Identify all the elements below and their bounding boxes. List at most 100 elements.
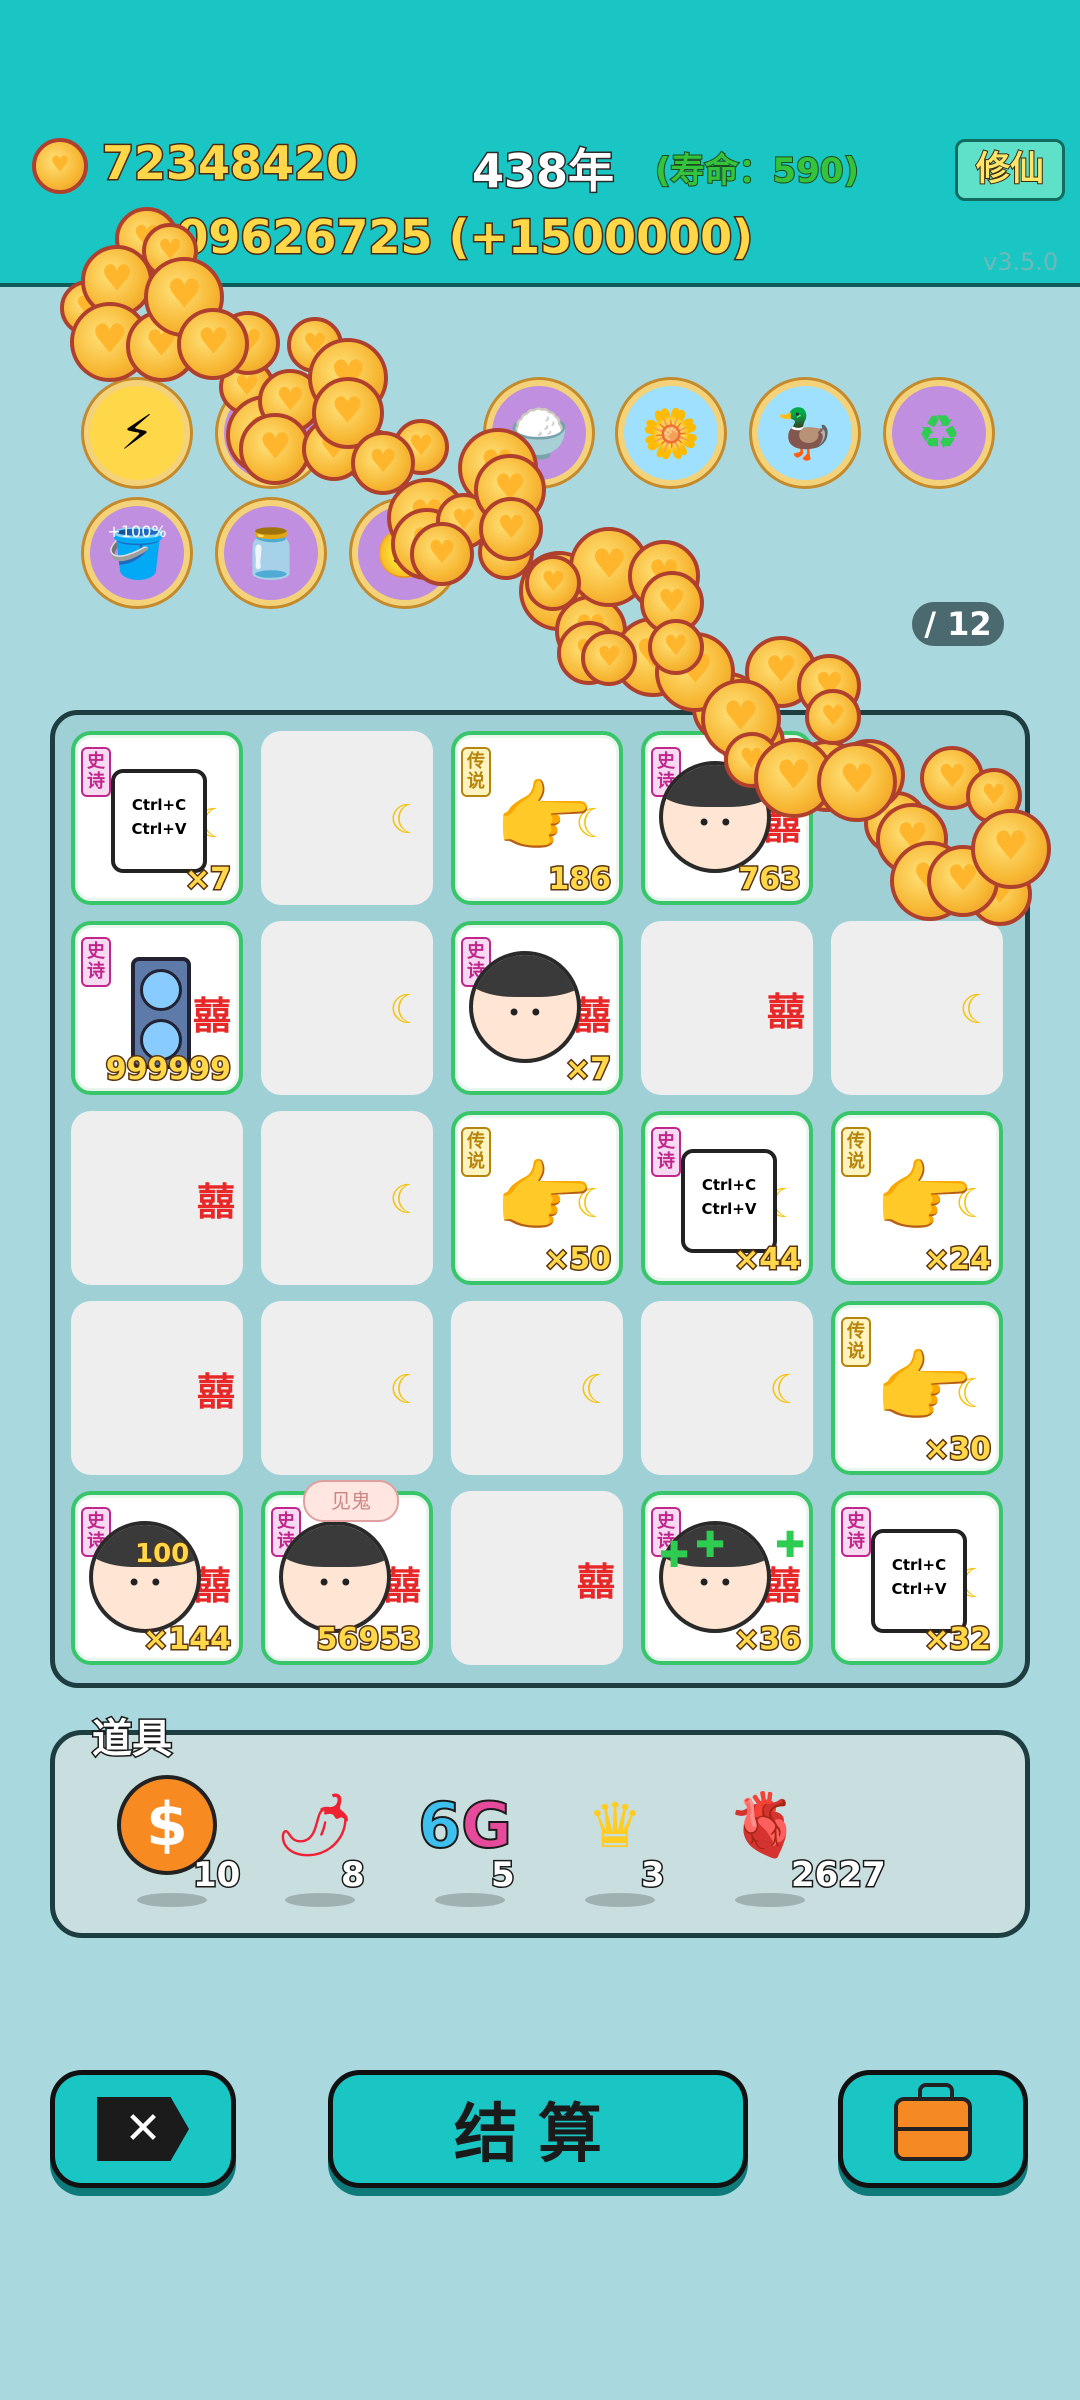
copy-paste-card-icon: Ctrl+C Ctrl+V [871, 1517, 997, 1633]
flying-coin-icon [613, 616, 694, 697]
double-happiness-icon: 囍 [766, 990, 805, 1034]
lightning-skill-icon[interactable]: ⚡ [84, 380, 190, 486]
board-cell[interactable]: 囍 [71, 1301, 243, 1475]
year-display: 438年 [470, 143, 615, 200]
flying-coin-icon [745, 636, 818, 709]
board-cell[interactable]: 传说 ☾ 👉 ×24 [831, 1111, 1003, 1285]
milk-jar-skill-icon[interactable]: 🫙 [218, 500, 324, 606]
copy-label: Ctrl+C [701, 1176, 757, 1194]
pot-duck-skill-icon[interactable]: 🦆 [752, 380, 858, 486]
board-cell[interactable]: ☾ [641, 1301, 813, 1475]
item-slot-coin-dollar[interactable]: $10 [107, 1775, 247, 1907]
version-label: v3.5.0 [983, 248, 1059, 276]
item-count: ×36 [733, 1621, 803, 1659]
double-happiness-icon: 囍 [576, 1560, 615, 1604]
settle-button[interactable]: 结算 [328, 2070, 748, 2188]
item-count: 10 [191, 1854, 241, 1897]
item-slot-6g[interactable]: 6G 5 [405, 1775, 545, 1907]
board-cell[interactable]: 史诗 ☾ Ctrl+C Ctrl+V ×32 [831, 1491, 1003, 1665]
flying-coin-icon [69, 302, 150, 383]
board-cell[interactable]: ☾ [261, 731, 433, 905]
flying-coin-icon [216, 310, 281, 375]
pointing-hand-icon: 👉 [874, 1341, 974, 1434]
moon-icon: ☾ [959, 987, 995, 1033]
board-cell[interactable]: 传说 ☾ 👉 ×30 [831, 1301, 1003, 1475]
exit-button[interactable]: ✕ [50, 2070, 236, 2188]
items-title: 道具 [91, 1715, 174, 1764]
board-cell[interactable]: ☾ [261, 1301, 433, 1475]
epic-tag: 史诗 [841, 1507, 871, 1557]
board-cell[interactable]: 囍 [451, 1491, 623, 1665]
board-cell[interactable]: 囍 [641, 921, 813, 1095]
rice-bowl-skill-icon[interactable]: 🍚 [486, 380, 592, 486]
green-hat-face-skill-icon[interactable]: 🙂 [352, 500, 458, 606]
items-panel: $10 🌶 8 6G 5 ♛ 3 🫀 2627 [50, 1730, 1030, 1938]
item-slot-chili-pepper[interactable]: 🌶 8 [255, 1775, 395, 1907]
flower-pot-skill-icon[interactable]: 🌼 [618, 380, 724, 486]
inventory-button[interactable] [838, 2070, 1028, 2188]
legendary-tag: 传说 [461, 1127, 491, 1177]
copy-paste-card-icon: Ctrl+C Ctrl+V [111, 757, 237, 873]
character-face-icon [659, 761, 771, 873]
board-cell[interactable]: 史诗囍×7 [451, 921, 623, 1095]
flying-coin-icon [344, 429, 401, 486]
legendary-tag: 传说 [841, 1317, 871, 1367]
item-count: ×7 [563, 1051, 612, 1089]
item-count: ×50 [543, 1241, 613, 1279]
flying-coin-icon [655, 631, 736, 712]
flying-coin-icon [125, 309, 198, 382]
item-shadow [435, 1893, 505, 1907]
hand-sign-skill-icon[interactable]: ✌ [218, 380, 324, 486]
board-cell[interactable]: 传说 ☾ 👉 ×50 [451, 1111, 623, 1285]
moon-icon: ☾ [389, 987, 425, 1033]
item-count: ×30 [923, 1431, 993, 1469]
board-cell[interactable]: 传说 ☾ 👉 186 [451, 731, 623, 905]
double-happiness-icon: 囍 [196, 1370, 235, 1414]
flying-coin-icon [797, 653, 862, 718]
flying-coin-icon [639, 570, 704, 635]
paste-label: Ctrl+V [701, 1200, 757, 1218]
flying-coin-icon [287, 317, 344, 374]
board-cell[interactable]: 史诗囍100×144 [71, 1491, 243, 1665]
item-count: ×24 [923, 1241, 993, 1279]
board-cell[interactable]: ☾ [261, 921, 433, 1095]
board-cell[interactable]: ☾ [831, 921, 1003, 1095]
moon-icon: ☾ [769, 1367, 805, 1413]
lifespan-display: (寿命：590) [654, 150, 860, 192]
legendary-tag: 传说 [461, 747, 491, 797]
board-cell[interactable]: ☾ [261, 1111, 433, 1285]
flying-coin-icon [351, 431, 416, 496]
paste-label: Ctrl+V [891, 1580, 947, 1598]
plus-sparkle-icon: ✚ [775, 1525, 806, 1566]
moon-icon: ☾ [579, 1367, 615, 1413]
double-happiness-icon: 囍 [196, 1180, 235, 1224]
board-cell[interactable]: 囍 [71, 1111, 243, 1285]
flying-coin-icon [525, 554, 582, 611]
paste-label: Ctrl+V [131, 820, 187, 838]
board-cell[interactable]: 史诗囍✚✚✚×36 [641, 1491, 813, 1665]
cultivate-button[interactable]: 修仙 [955, 139, 1065, 201]
board-cell[interactable]: 史诗囍763 [641, 731, 813, 905]
item-count: ×144 [142, 1621, 233, 1659]
bucket-skill-icon[interactable]: +100% 🪣 [84, 500, 190, 606]
item-slot-crown[interactable]: ♛ 3 [555, 1775, 695, 1907]
board-cell[interactable]: 史诗囍 999999 [71, 921, 243, 1095]
recycle-skill-icon[interactable]: ♻ [886, 380, 992, 486]
flying-coin-icon [479, 497, 544, 562]
item-count: ×44 [733, 1241, 803, 1279]
item-count: 999999 [104, 1051, 232, 1089]
board-cell[interactable]: ☾ [451, 1301, 623, 1475]
close-icon: ✕ [97, 2097, 189, 2161]
board-cell[interactable]: 史诗 ☾ Ctrl+C Ctrl+V ×7 [71, 731, 243, 905]
character-face-icon [469, 951, 581, 1063]
flying-coin-icon [518, 550, 599, 631]
item-slot-liver[interactable]: 🫀 2627 [705, 1775, 887, 1907]
board-cell[interactable]: 史诗 ☾ Ctrl+C Ctrl+V ×44 [641, 1111, 813, 1285]
moon-icon: ☾ [389, 1177, 425, 1223]
pointing-hand-icon: 👉 [874, 1151, 974, 1244]
moon-icon: ☾ [389, 1367, 425, 1413]
bonus-value: 100 [134, 1538, 190, 1570]
item-shadow [285, 1893, 355, 1907]
item-count: ×7 [183, 861, 232, 899]
flying-coin-icon [581, 630, 638, 687]
